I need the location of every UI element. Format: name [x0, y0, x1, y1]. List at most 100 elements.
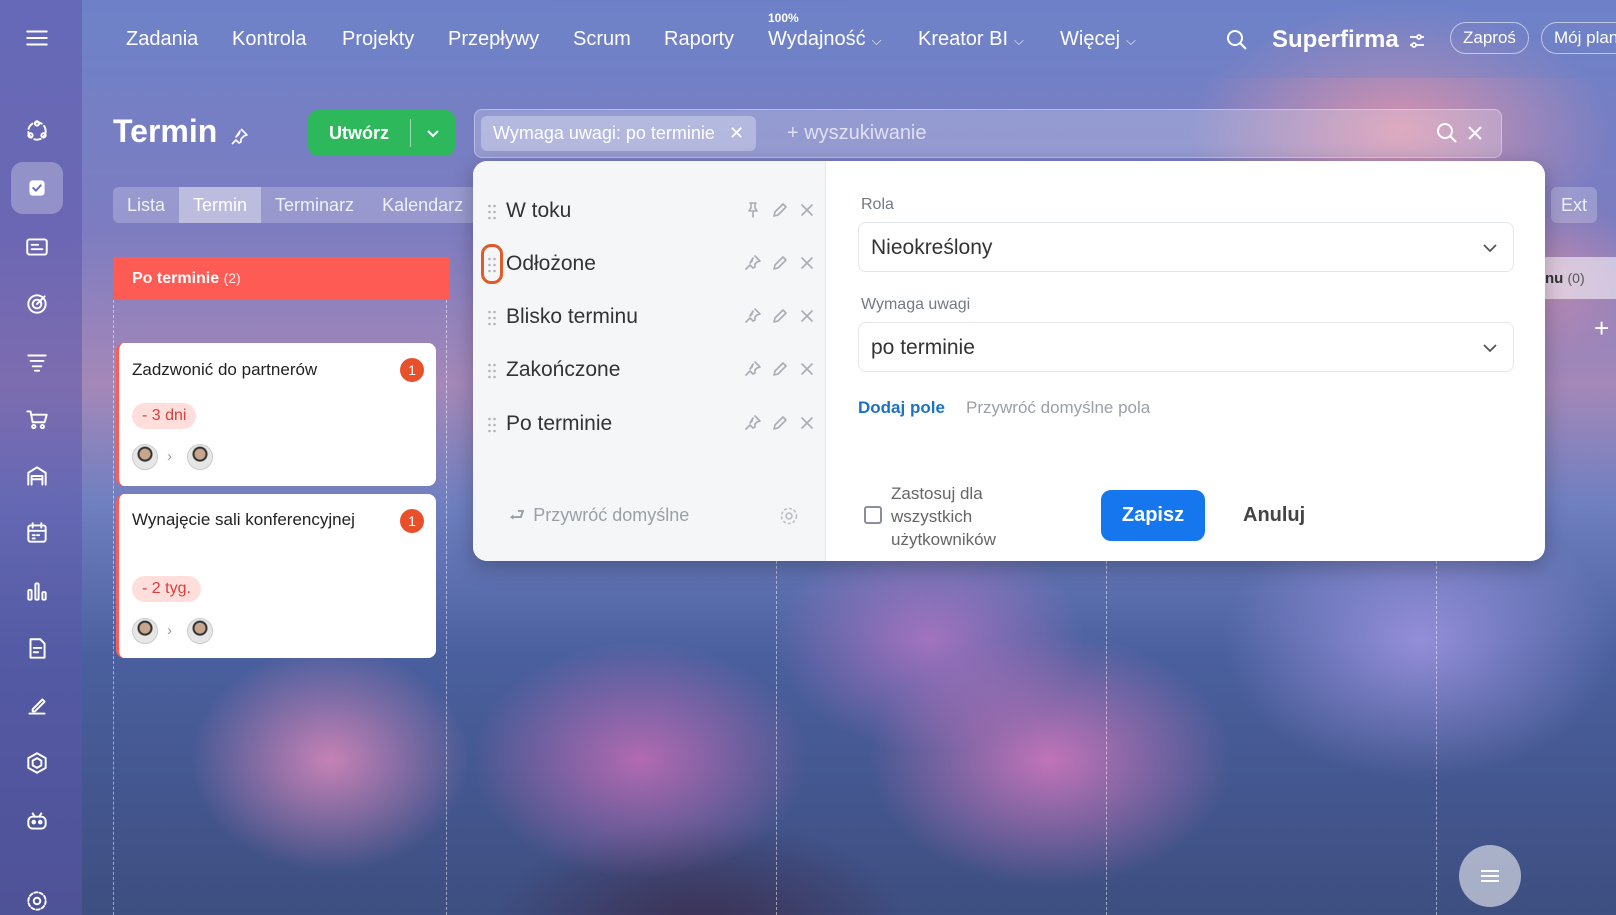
search-input[interactable]: + wyszukiwanie	[787, 122, 927, 145]
nav-control[interactable]: Kontrola	[232, 28, 307, 51]
analytics-icon[interactable]	[23, 577, 51, 605]
column-count: (0)	[1567, 270, 1585, 286]
tab-deadline[interactable]: Termin	[179, 187, 262, 223]
tab-planner[interactable]: Terminarz	[261, 187, 368, 223]
add-task-icon[interactable]: +	[1594, 313, 1609, 344]
tasks-icon[interactable]	[11, 162, 63, 214]
preset-item[interactable]: Blisko terminu	[473, 291, 825, 343]
tab-calendar[interactable]: Kalendarz	[368, 187, 477, 223]
preset-label[interactable]: Blisko terminu	[506, 305, 638, 329]
apply-all-label[interactable]: Zastosuj dla wszystkich użytkowników	[891, 482, 1011, 551]
hexagon-icon[interactable]	[23, 749, 51, 777]
attention-select[interactable]: po terminie	[858, 322, 1514, 372]
close-icon[interactable]	[798, 254, 816, 272]
create-button[interactable]: Utwórz	[308, 110, 455, 156]
restore-default-button[interactable]: ⮐ Przywróć domyślne	[509, 503, 689, 533]
nav-reports[interactable]: Raporty	[664, 28, 734, 51]
warehouse-icon[interactable]	[23, 462, 51, 490]
pin-icon[interactable]	[744, 307, 762, 325]
restore-fields-link[interactable]: Przywróć domyślne pola	[966, 398, 1150, 418]
robot-icon[interactable]	[23, 807, 51, 835]
nav-flows[interactable]: Przepływy	[448, 28, 539, 51]
chevron-down-icon	[1481, 339, 1499, 357]
role-label: Rola	[861, 196, 894, 213]
nav-tasks[interactable]: Zadania	[126, 28, 198, 51]
edit-icon[interactable]	[771, 201, 789, 219]
nav-efficiency[interactable]: Wydajność ⌵	[768, 28, 882, 51]
close-icon[interactable]	[798, 360, 816, 378]
settings-icon[interactable]	[23, 887, 51, 915]
column-overdue-header[interactable]: Po terminie (2)	[113, 257, 450, 299]
sign-icon[interactable]	[23, 692, 51, 720]
tab-extensions[interactable]: Ext	[1551, 187, 1598, 223]
pin-icon[interactable]	[229, 127, 249, 147]
edit-icon[interactable]	[771, 360, 789, 378]
chevron-down-icon[interactable]	[411, 125, 455, 141]
menu-icon[interactable]	[23, 24, 51, 52]
task-card[interactable]: Wynajęcie sali konferencyjnej 1 - 2 tyg.…	[116, 494, 436, 658]
pin-icon[interactable]	[744, 414, 762, 432]
tab-list[interactable]: Lista	[113, 187, 179, 223]
avatar[interactable]	[187, 444, 213, 470]
avatar[interactable]	[132, 444, 158, 470]
chat-button[interactable]	[1459, 845, 1521, 907]
avatar[interactable]	[187, 618, 213, 644]
task-title[interactable]: Wynajęcie sali konferencyjnej	[132, 508, 382, 531]
edit-icon[interactable]	[771, 307, 789, 325]
invite-button[interactable]: Zaproś	[1450, 22, 1529, 54]
close-icon[interactable]	[798, 201, 816, 219]
efficiency-badge: 100%	[768, 11, 799, 25]
avatar[interactable]	[132, 618, 158, 644]
pin-icon[interactable]	[744, 254, 762, 272]
cart-icon[interactable]	[23, 405, 51, 433]
feed-icon[interactable]	[23, 117, 51, 145]
preset-item[interactable]: Odłożone	[473, 238, 825, 290]
filter-search-bar[interactable]: Wymaga uwagi: po terminie ✕ + wyszukiwani…	[474, 109, 1502, 158]
close-icon[interactable]	[798, 414, 816, 432]
preset-label[interactable]: Odłożone	[506, 252, 596, 276]
pin-icon[interactable]	[744, 360, 762, 378]
company-name[interactable]: Superfirma	[1272, 26, 1399, 54]
pin-icon[interactable]	[744, 201, 762, 219]
column-divider	[113, 300, 114, 915]
preset-label[interactable]: Zakończone	[506, 358, 620, 382]
cancel-button[interactable]: Anuluj	[1243, 504, 1305, 527]
funnel-icon[interactable]	[23, 348, 51, 376]
search-icon[interactable]	[1225, 28, 1249, 52]
task-title[interactable]: Zadzwonić do partnerów	[132, 358, 317, 381]
my-plan-button[interactable]: Mój plan	[1541, 22, 1616, 54]
column-divider	[446, 300, 447, 915]
target-icon[interactable]	[23, 290, 51, 318]
clear-icon[interactable]	[1465, 123, 1485, 143]
sliders-icon[interactable]	[1408, 32, 1426, 50]
apply-all-checkbox[interactable]	[864, 506, 882, 524]
preset-item[interactable]: Zakończone	[473, 344, 825, 396]
crm-icon[interactable]	[23, 233, 51, 261]
role-select[interactable]: Nieokreślony	[858, 222, 1514, 272]
gear-icon[interactable]	[778, 505, 800, 527]
column-right-header[interactable]: nu (0)	[1545, 257, 1616, 299]
drag-handle-icon[interactable]	[487, 362, 497, 380]
preset-label[interactable]: W toku	[506, 199, 571, 223]
task-card[interactable]: Zadzwonić do partnerów 1 - 3 dni ›	[116, 343, 436, 486]
save-button[interactable]: Zapisz	[1101, 490, 1205, 541]
preset-item[interactable]: W toku	[473, 185, 825, 237]
drag-handle-icon[interactable]	[487, 309, 497, 327]
close-icon[interactable]	[798, 307, 816, 325]
preset-item[interactable]: Po terminie	[473, 398, 825, 450]
documents-icon[interactable]	[23, 635, 51, 663]
nav-bi-builder[interactable]: Kreator BI ⌵	[918, 28, 1024, 51]
drag-handle-icon[interactable]	[487, 416, 497, 434]
search-icon[interactable]	[1435, 121, 1459, 145]
calendar-icon[interactable]	[23, 519, 51, 547]
edit-icon[interactable]	[771, 254, 789, 272]
close-icon[interactable]: ✕	[729, 123, 744, 143]
drag-handle-icon[interactable]	[487, 203, 497, 221]
nav-more[interactable]: Więcej ⌵	[1060, 28, 1136, 51]
preset-label[interactable]: Po terminie	[506, 412, 612, 436]
filter-chip[interactable]: Wymaga uwagi: po terminie ✕	[481, 116, 757, 151]
nav-scrum[interactable]: Scrum	[573, 28, 631, 51]
nav-projects[interactable]: Projekty	[342, 28, 414, 51]
edit-icon[interactable]	[771, 414, 789, 432]
add-field-link[interactable]: Dodaj pole	[858, 398, 945, 418]
